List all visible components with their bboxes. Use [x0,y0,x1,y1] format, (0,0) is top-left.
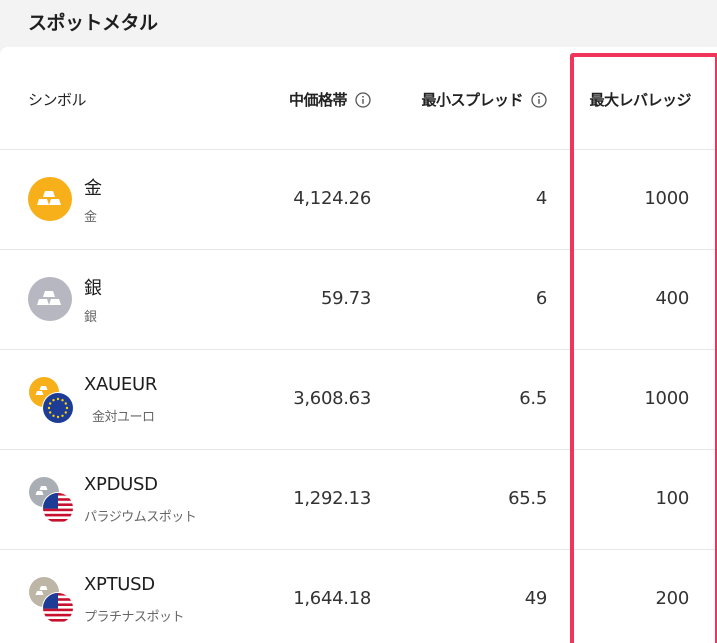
header-mid-price-label: 中価格帯 [288,91,348,109]
header-symbol-label: シンボル [28,91,87,109]
mid-price-value: 1,292.13 [293,488,371,509]
gold-eu-flag-icon [28,377,76,425]
mid-price-value: 4,124.26 [293,188,371,209]
min-spread-value: 4 [535,188,547,209]
table-row[interactable]: XPTUSD プラチナスポット 1,644.18 49 200 [0,550,717,643]
min-spread-value: 6 [535,288,547,309]
min-spread-value: 49 [524,588,548,609]
max-leverage-value: 400 [655,288,690,309]
header-max-leverage-label: 最大レバレッジ [589,91,691,109]
table-header: シンボル 中価格帯 最小スプレッド 最大レバレッジ [0,47,717,150]
symbol-description: 金 [84,210,97,225]
symbol-name: XPTUSD [84,574,155,595]
platinum-us-flag-icon [28,577,76,625]
mid-price-value: 1,644.18 [293,588,371,609]
symbol-description: パラジウムスポット [84,510,197,525]
silver-bar-icon [28,277,76,325]
mid-price-value: 3,608.63 [293,388,371,409]
symbol-name: XPDUSD [84,474,158,495]
spot-metals-page: スポットメタル シンボル 中価格帯 最小スプレッド 最大レバレッジ 金 金 4,… [0,0,717,643]
max-leverage-value: 1000 [644,188,689,209]
min-spread-value: 6.5 [519,388,547,409]
table-row[interactable]: 銀 銀 59.73 6 400 [0,250,717,350]
header-min-spread-label: 最小スプレッド [421,91,523,109]
max-leverage-value: 100 [655,488,690,509]
gold-bar-icon [28,177,76,225]
max-leverage-value: 200 [655,588,690,609]
symbol-description: 銀 [84,310,97,325]
palladium-us-flag-icon [28,477,76,525]
header-symbol: シンボル [28,89,87,110]
max-leverage-value: 1000 [644,388,689,409]
symbol-description: 金対ユーロ [92,410,155,425]
symbol-description: プラチナスポット [84,610,185,625]
mid-price-value: 59.73 [320,288,371,309]
symbol-name: 金 [84,178,102,199]
table-row[interactable]: 金 金 4,124.26 4 1000 [0,150,717,250]
symbol-name: XAUEUR [84,374,158,395]
info-icon[interactable] [355,91,371,108]
min-spread-value: 65.5 [508,488,547,509]
header-max-leverage: 最大レバレッジ [589,89,691,110]
table-row[interactable]: XPDUSD パラジウムスポット 1,292.13 65.5 100 [0,450,717,550]
header-min-spread: 最小スプレッド [421,89,547,110]
info-icon[interactable] [531,91,547,108]
symbol-name: 銀 [84,278,102,299]
section-title: スポットメタル [28,12,158,34]
header-mid-price: 中価格帯 [289,89,371,110]
table-row[interactable]: XAUEUR 金対ユーロ 3,608.63 6.5 1000 [0,350,717,450]
